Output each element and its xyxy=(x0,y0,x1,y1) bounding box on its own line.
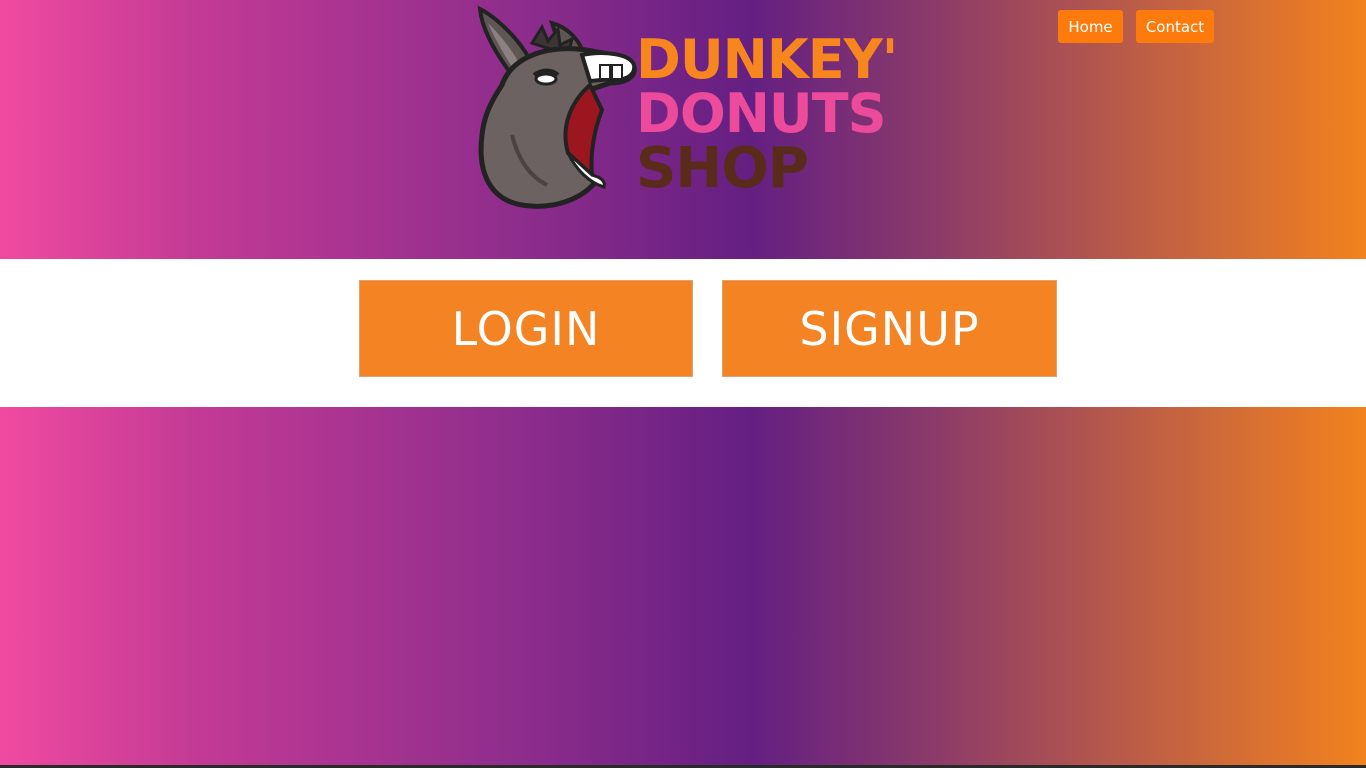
donkey-icon xyxy=(477,5,637,209)
bottom-banner xyxy=(0,407,1366,765)
home-button[interactable]: Home xyxy=(1058,10,1123,43)
shop-logo: DUNKEY' DONUTS SHOP xyxy=(472,5,898,213)
top-nav: Home Contact xyxy=(1058,10,1214,43)
signup-button[interactable]: SIGNUP xyxy=(722,280,1057,377)
logo-line-1: DUNKEY' xyxy=(636,28,898,91)
logo-line-3: SHOP xyxy=(636,136,809,201)
logo-line-2: DONUTS xyxy=(636,82,886,145)
contact-button[interactable]: Contact xyxy=(1136,10,1214,43)
action-band: LOGIN SIGNUP xyxy=(0,259,1366,407)
header-banner: DUNKEY' DONUTS SHOP Home Contact xyxy=(0,0,1366,259)
page: DUNKEY' DONUTS SHOP Home Contact LOGIN S… xyxy=(0,0,1366,768)
login-button[interactable]: LOGIN xyxy=(359,280,693,377)
